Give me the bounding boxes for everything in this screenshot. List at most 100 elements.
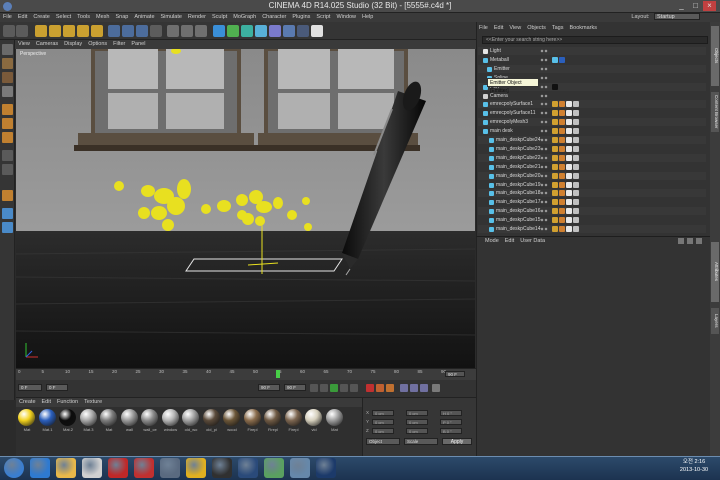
preview-max-field[interactable]: 90 F: [284, 384, 306, 391]
coord-rot-field[interactable]: H 0 °: [440, 410, 462, 416]
object-row[interactable]: main_deskpCube19: [478, 181, 706, 189]
magnet-icon[interactable]: [134, 458, 154, 478]
lock-workplane-icon[interactable]: [2, 208, 13, 219]
menu-script[interactable]: Script: [313, 13, 333, 22]
move-icon[interactable]: [49, 25, 61, 37]
tab-objects[interactable]: Objects: [711, 26, 719, 86]
ie-icon[interactable]: [30, 458, 50, 478]
material-swatch[interactable]: old_wo: [182, 409, 200, 432]
material-swatch[interactable]: wall: [120, 409, 139, 432]
media-icon[interactable]: [212, 458, 232, 478]
material-tag-icon[interactable]: [559, 163, 565, 170]
x-axis-icon[interactable]: [108, 25, 120, 37]
material-swatch[interactable]: vid: [305, 409, 323, 432]
menu-plugins[interactable]: Plugins: [289, 13, 313, 22]
material-menu-create[interactable]: Create: [16, 398, 39, 407]
scale-key-icon[interactable]: [410, 384, 418, 392]
material-menu-function[interactable]: Function: [54, 398, 81, 407]
points-mode-icon[interactable]: [2, 104, 13, 115]
camera-icon[interactable]: [297, 25, 309, 37]
deformer-icon[interactable]: [269, 25, 281, 37]
material-tag-icon[interactable]: [566, 217, 572, 224]
visibility-dots-icon[interactable]: [540, 173, 548, 178]
coord-size-field[interactable]: 0 cm: [406, 419, 428, 425]
material-tag-icon[interactable]: [566, 137, 572, 143]
material-tag-icon[interactable]: [559, 199, 565, 206]
material-tag-icon[interactable]: [573, 208, 579, 215]
material-tag-icon[interactable]: [552, 208, 558, 215]
object-row[interactable]: emrecpolyMesh3: [478, 118, 706, 127]
recorder-icon[interactable]: [108, 458, 128, 478]
material-tag-icon[interactable]: [566, 226, 572, 232]
material-tag-icon[interactable]: [559, 137, 565, 143]
material-tag-icon[interactable]: [566, 128, 572, 135]
image-icon[interactable]: [290, 458, 310, 478]
object-menu-objects[interactable]: Objects: [524, 24, 549, 33]
material-swatch[interactable]: Mat: [100, 409, 118, 432]
coord-pos-field[interactable]: 0 cm: [372, 419, 394, 425]
attribute-menu-edit[interactable]: Edit: [502, 237, 517, 246]
visibility-dots-icon[interactable]: [540, 66, 548, 71]
visibility-dots-icon[interactable]: [540, 164, 548, 169]
material-tag-icon[interactable]: [573, 119, 579, 126]
webcam-icon[interactable]: [160, 458, 180, 478]
close-button[interactable]: ×: [703, 1, 716, 11]
visibility-dots-icon[interactable]: [540, 155, 548, 160]
texture-mode-icon[interactable]: [2, 72, 13, 83]
make-editable-icon[interactable]: [2, 44, 13, 55]
material-menu-texture[interactable]: Texture: [81, 398, 105, 407]
visibility-dots-icon[interactable]: [540, 182, 548, 187]
menu-select[interactable]: Select: [53, 13, 74, 22]
z-axis-icon[interactable]: [136, 25, 148, 37]
menu-animate[interactable]: Animate: [131, 13, 157, 22]
visibility-dots-icon[interactable]: [540, 49, 548, 53]
material-tag-icon[interactable]: [566, 172, 572, 179]
material-tag-icon[interactable]: [573, 163, 579, 170]
material-tag-icon[interactable]: [552, 101, 558, 108]
material-tag-icon[interactable]: [573, 199, 579, 206]
object-row[interactable]: main_deskpCube21: [478, 163, 706, 171]
next-key-icon[interactable]: [340, 384, 348, 392]
y-axis-icon[interactable]: [122, 25, 134, 37]
coord-size-field[interactable]: 0 cm: [406, 428, 428, 434]
material-tag-icon[interactable]: [559, 172, 565, 179]
light-icon[interactable]: [311, 25, 323, 37]
material-tag-icon[interactable]: [552, 137, 558, 143]
visibility-dots-icon[interactable]: [540, 111, 548, 116]
chrome-icon[interactable]: [186, 458, 206, 478]
current-frame-field[interactable]: 0 F: [18, 384, 42, 391]
menu-render[interactable]: Render: [185, 13, 209, 22]
object-row[interactable]: emrecpolySurface1: [478, 100, 706, 109]
planar-workplane-icon[interactable]: [2, 222, 13, 233]
record-icon[interactable]: [366, 384, 374, 392]
visibility-dots-icon[interactable]: [540, 218, 548, 223]
material-tag-icon[interactable]: [559, 226, 565, 232]
object-search-input[interactable]: <<Enter your search string here>>: [482, 36, 708, 44]
menu-create[interactable]: Create: [30, 13, 53, 22]
object-menu-tags[interactable]: Tags: [549, 24, 567, 33]
visibility-dots-icon[interactable]: [540, 227, 548, 231]
object-row[interactable]: main desk: [478, 127, 706, 135]
coord-size-field[interactable]: 0 cm: [406, 410, 428, 416]
material-swatch[interactable]: window: [161, 409, 180, 432]
material-tag-icon[interactable]: [566, 190, 572, 197]
visibility-dots-icon[interactable]: [540, 120, 548, 125]
render-settings-icon[interactable]: [195, 25, 207, 37]
coord-pos-field[interactable]: 0 cm: [372, 428, 394, 434]
material-tag-icon[interactable]: [559, 110, 565, 117]
viewport-menu-view[interactable]: View: [15, 40, 33, 49]
material-tag-icon[interactable]: [552, 199, 558, 206]
timeline-settings-icon[interactable]: [432, 384, 440, 392]
material-tag-icon[interactable]: [552, 154, 558, 161]
rotate-icon[interactable]: [77, 25, 89, 37]
material-tag-icon[interactable]: [552, 110, 558, 117]
material-tag-icon[interactable]: [559, 190, 565, 197]
end-frame-field[interactable]: 90 F: [445, 371, 465, 377]
floor-icon[interactable]: [283, 25, 295, 37]
material-tag-icon[interactable]: [552, 217, 558, 224]
edges-mode-icon[interactable]: [2, 118, 13, 129]
object-menu-view[interactable]: View: [506, 24, 524, 33]
material-tag-icon[interactable]: [573, 110, 579, 117]
menu-mesh[interactable]: Mesh: [93, 13, 112, 22]
min-frame-field[interactable]: 0 F: [46, 384, 68, 391]
